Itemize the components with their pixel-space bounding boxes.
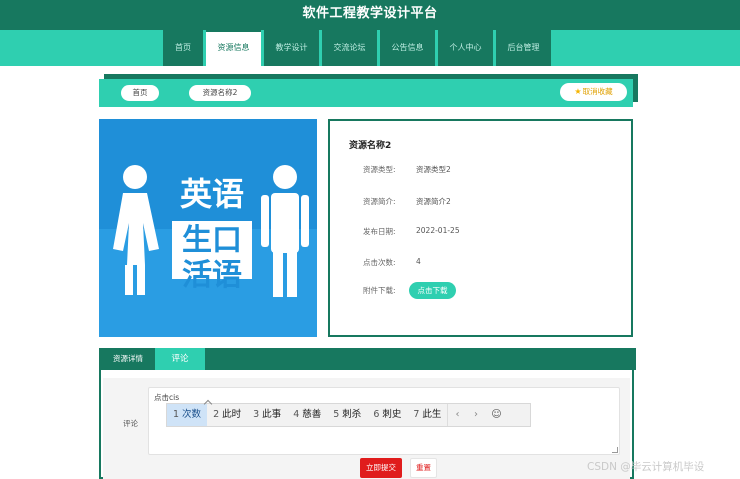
- reset-button[interactable]: 重置: [410, 458, 437, 478]
- unfavorite-button[interactable]: ★取消收藏: [560, 83, 627, 101]
- ime-candidate-text: 刺史: [382, 409, 402, 420]
- info-row-clicks: 点击次数: 4: [330, 257, 630, 271]
- ime-candidate-text: 此事: [262, 409, 282, 420]
- ime-candidate-number: 3: [253, 409, 260, 420]
- ime-candidate-text: 刺杀: [342, 409, 362, 420]
- info-label: 附件下载:: [363, 286, 396, 295]
- ime-candidate-text: 慈善: [302, 409, 322, 420]
- ime-candidate-number: 5: [333, 409, 340, 420]
- tab-comments[interactable]: 评论: [155, 348, 205, 370]
- main-nav: 首页 资源信息 教学设计 交流论坛 公告信息 个人中心 后台管理: [163, 30, 554, 66]
- ime-candidate-number: 6: [373, 409, 380, 420]
- nav-item-announcements[interactable]: 公告信息: [380, 30, 435, 66]
- submit-button[interactable]: 立即提交: [360, 458, 402, 478]
- info-row-type: 资源类型: 资源类型2: [330, 164, 630, 178]
- info-label: 资源类型:: [363, 165, 396, 174]
- resource-cover-image: 英语 生口 活语: [99, 119, 317, 337]
- info-label: 点击次数:: [363, 258, 396, 267]
- info-value: 资源简介2: [416, 197, 451, 206]
- poster-line-1: 英语: [180, 175, 244, 213]
- tab-header: 资源详情 评论: [101, 348, 636, 370]
- breadcrumb-home[interactable]: 首页: [121, 85, 159, 101]
- info-row-date: 发布日期: 2022-01-25: [330, 226, 630, 240]
- ime-candidate[interactable]: 7 此生: [407, 404, 447, 426]
- nav-item-teaching-design[interactable]: 教学设计: [264, 30, 319, 66]
- ime-candidate-number: 7: [413, 409, 420, 420]
- ime-candidate-number: 4: [293, 409, 300, 420]
- info-label: 发布日期:: [363, 227, 396, 236]
- ime-candidate[interactable]: 5 刺杀: [327, 404, 367, 426]
- comment-form: 评论 点击cis 立即提交 重置: [103, 378, 630, 479]
- ime-candidate[interactable]: 3 此事: [247, 404, 287, 426]
- unfavorite-label: 取消收藏: [582, 87, 613, 96]
- breadcrumb: 首页 资源名称2 ★取消收藏: [99, 79, 633, 107]
- comment-typed-text: 点击cis: [154, 393, 180, 402]
- info-row-attachment: 附件下载:: [330, 285, 630, 299]
- ime-candidate-text: 此时: [222, 409, 242, 420]
- star-icon: ★: [574, 87, 582, 96]
- info-row-intro: 资源简介: 资源简介2: [330, 196, 630, 210]
- nav-bar: 首页 资源信息 教学设计 交流论坛 公告信息 个人中心 后台管理: [0, 30, 740, 66]
- nav-item-admin[interactable]: 后台管理: [496, 30, 551, 66]
- info-value: 资源类型2: [416, 165, 451, 174]
- ime-next-icon[interactable]: ›: [466, 404, 485, 426]
- ime-prev-icon[interactable]: ‹: [447, 404, 466, 426]
- poster-line-2: 生口: [182, 223, 242, 258]
- download-button[interactable]: 点击下载: [409, 282, 456, 299]
- site-header: 软件工程教学设计平台: [0, 0, 740, 30]
- ime-candidate[interactable]: 4 慈善: [287, 404, 327, 426]
- ime-candidate[interactable]: 1 次数: [167, 404, 208, 426]
- resource-name: 资源名称2: [349, 141, 392, 151]
- ime-candidate-number: 2: [213, 409, 220, 420]
- nav-item-forum[interactable]: 交流论坛: [322, 30, 377, 66]
- nav-item-profile[interactable]: 个人中心: [438, 30, 493, 66]
- watermark: CSDN @毕云计算机毕设: [587, 461, 705, 473]
- ime-candidate-bar: 1 次数 2 此时 3 此事 4 慈善 5 刺杀 6 刺史 7 此生 ‹ › ☺: [166, 403, 531, 427]
- ime-candidate[interactable]: 6 刺史: [367, 404, 407, 426]
- nav-item-home[interactable]: 首页: [163, 30, 203, 66]
- ime-candidate-text: 次数: [182, 409, 202, 420]
- nav-item-resources[interactable]: 资源信息: [206, 30, 261, 66]
- ime-candidate-number: 1: [173, 409, 180, 420]
- info-label: 资源简介:: [363, 197, 396, 206]
- info-value: 2022-01-25: [416, 226, 460, 235]
- cover-illustration: 英语 生口 活语: [99, 119, 317, 337]
- site-title: 软件工程教学设计平台: [302, 6, 438, 21]
- resource-info-card: 资源名称2 资源类型: 资源类型2 资源简介: 资源简介2 发布日期: 2022…: [328, 119, 633, 337]
- info-value: 4: [416, 257, 421, 266]
- tab-resource-detail[interactable]: 资源详情: [101, 348, 155, 370]
- ime-emoji-icon[interactable]: ☺: [485, 404, 507, 426]
- resize-handle-icon[interactable]: [612, 447, 618, 453]
- comment-label: 评论: [123, 419, 138, 428]
- ime-candidate-text: 此生: [422, 409, 442, 420]
- poster-line-3: 活语: [182, 258, 242, 293]
- breadcrumb-current[interactable]: 资源名称2: [189, 85, 251, 101]
- ime-candidate[interactable]: 2 此时: [207, 404, 247, 426]
